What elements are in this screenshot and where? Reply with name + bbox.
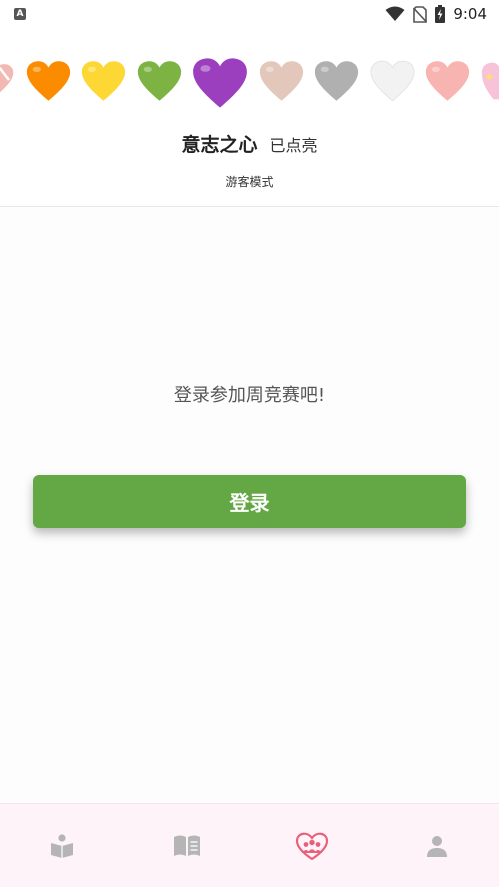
status-right: 9:04 <box>385 5 487 23</box>
heart-status: 已点亮 <box>269 136 318 155</box>
nav-item-profile[interactable] <box>374 804 499 887</box>
status-left: A <box>14 8 26 20</box>
nav-item-community[interactable] <box>250 804 375 887</box>
bottom-nav <box>0 803 499 887</box>
yellow-heart-icon[interactable] <box>81 60 126 102</box>
gray-heart-icon[interactable] <box>314 60 359 102</box>
orange-heart-icon[interactable] <box>26 60 71 102</box>
heart-partial-left-icon[interactable] <box>0 60 14 100</box>
no-sim-icon <box>413 5 428 23</box>
sparkling-heart-partial-icon[interactable] <box>481 60 499 102</box>
battery-charging-icon <box>435 5 446 23</box>
pink-heart-icon[interactable] <box>425 60 470 102</box>
heart-title-area: 意志之心 已点亮 <box>0 130 499 162</box>
login-prompt-text: 登录参加周竞赛吧! <box>173 385 326 406</box>
nav-community-icon <box>295 832 329 860</box>
beige-heart-icon[interactable] <box>259 60 304 102</box>
heart-title: 意志之心 <box>181 134 258 156</box>
guest-mode-label: 游客模式 <box>225 175 274 189</box>
status-time: 9:04 <box>453 5 487 23</box>
green-heart-icon[interactable] <box>137 60 182 102</box>
purple-heart-icon[interactable] <box>192 56 248 110</box>
status-bar: A 9:04 <box>0 0 499 28</box>
nav-reading-icon <box>49 833 75 859</box>
white-heart-icon[interactable] <box>370 60 415 102</box>
app-notification-icon: A <box>14 8 26 20</box>
nav-item-reading[interactable] <box>0 804 125 887</box>
login-button[interactable]: 登录 <box>33 475 466 528</box>
nav-book-icon <box>172 834 202 858</box>
nav-profile-icon <box>425 834 449 858</box>
nav-item-book[interactable] <box>125 804 250 887</box>
wifi-icon <box>385 6 405 22</box>
hearts-row[interactable] <box>0 52 499 116</box>
